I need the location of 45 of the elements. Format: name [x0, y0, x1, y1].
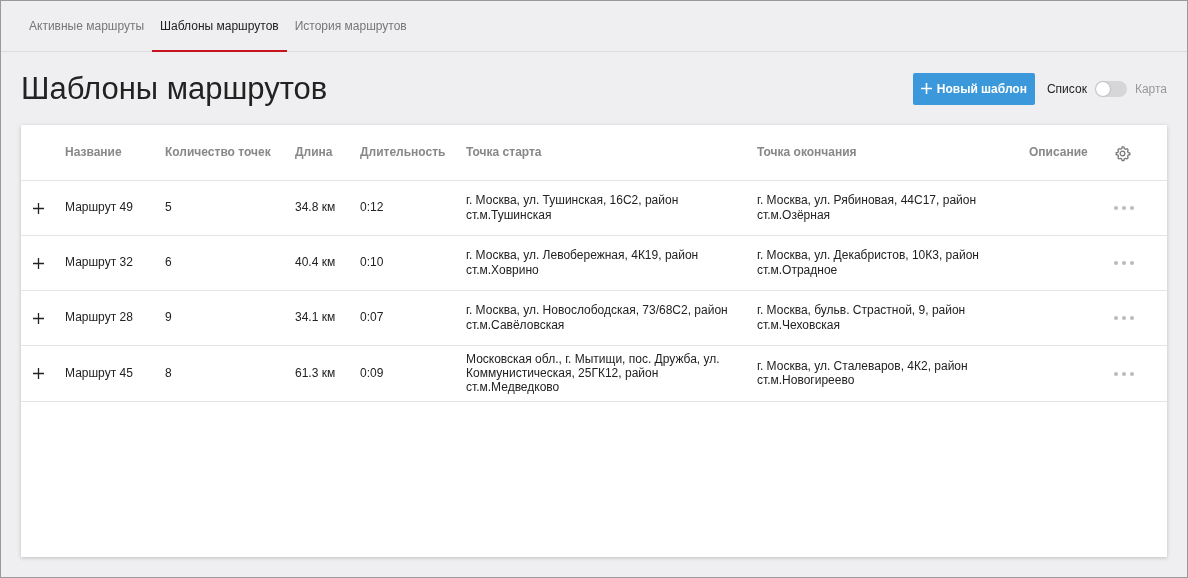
column-header: Длительность [360, 145, 446, 160]
column-header: Точка окончания [757, 145, 857, 160]
column-header: Описание [1029, 145, 1088, 160]
table-cell: г. Москва, ул. Рябиновая, 44С17, район ст.м.Озёрная [757, 193, 977, 222]
table-cell: г. Москва, ул. Сталеваров, 4К2, район ст.м.Новогиреево [757, 358, 968, 388]
expand-icon[interactable] [33, 257, 44, 269]
expand-icon[interactable] [33, 312, 44, 324]
new-template-button[interactable]: Новый шаблон [912, 72, 1035, 105]
settings-icon[interactable] [1114, 144, 1131, 162]
expand-icon[interactable] [33, 202, 44, 214]
expand-icon[interactable] [33, 368, 44, 380]
table-cell: 34.8 км [295, 200, 336, 215]
table-cell: 8 [165, 366, 172, 381]
table-cell: 5 [165, 200, 172, 215]
table-cell: 61.3 км [295, 366, 336, 381]
table-cell: Маршрут 45 [65, 366, 133, 381]
map-label: Карта [1134, 80, 1167, 98]
column-header: Название [65, 145, 122, 160]
table-cell: 0:07 [360, 310, 384, 325]
table-cell: 34.1 км [295, 310, 336, 325]
column-header: Длина [295, 145, 333, 160]
page-title: Шаблоны маршрутов [21, 70, 329, 108]
table-cell: г. Москва, ул. Левобережная, 4К19, район ст.м.Ховрино [466, 248, 699, 277]
table-cell: 9 [165, 310, 172, 325]
list-label: Список [1046, 80, 1087, 98]
column-header: Количество точек [165, 145, 271, 160]
table-cell: Московская обл., г. Мытищи, пос. Дружба, ул. Коммунистическая, 25ГК12, район ст.м.Медведково [466, 351, 720, 395]
table-cell: 40.4 км [295, 255, 336, 270]
table-cell: г. Москва, бульв. Страстной, 9, район ст.м.Чеховская [757, 303, 966, 332]
nav-tab[interactable]: Активные маршруты [21, 1, 153, 52]
column-header: Точка старта [466, 145, 542, 160]
table-cell: 6 [165, 255, 172, 270]
table-cell: 0:12 [360, 200, 384, 215]
table-cell: г. Москва, ул. Тушинская, 16С2, район ст.м.Тушинская [466, 193, 679, 222]
table-cell: Маршрут 32 [65, 255, 133, 270]
table-cell: г. Москва, ул. Новослободская, 73/68С2, район ст.м.Савёловская [466, 303, 728, 332]
nav-tab[interactable]: Шаблоны маршрутов [152, 1, 287, 52]
table-cell: 0:09 [360, 366, 384, 381]
nav-tab[interactable]: История маршрутов [286, 1, 415, 52]
table-cell: г. Москва, ул. Декабристов, 10К3, район ст.м.Отрадное [757, 248, 979, 277]
plus-icon [920, 83, 932, 95]
table-cell: Маршрут 49 [65, 200, 133, 215]
table-cell: Маршрут 28 [65, 310, 133, 325]
table-cell: 0:10 [360, 255, 384, 270]
view-toggle[interactable] [1094, 80, 1127, 97]
